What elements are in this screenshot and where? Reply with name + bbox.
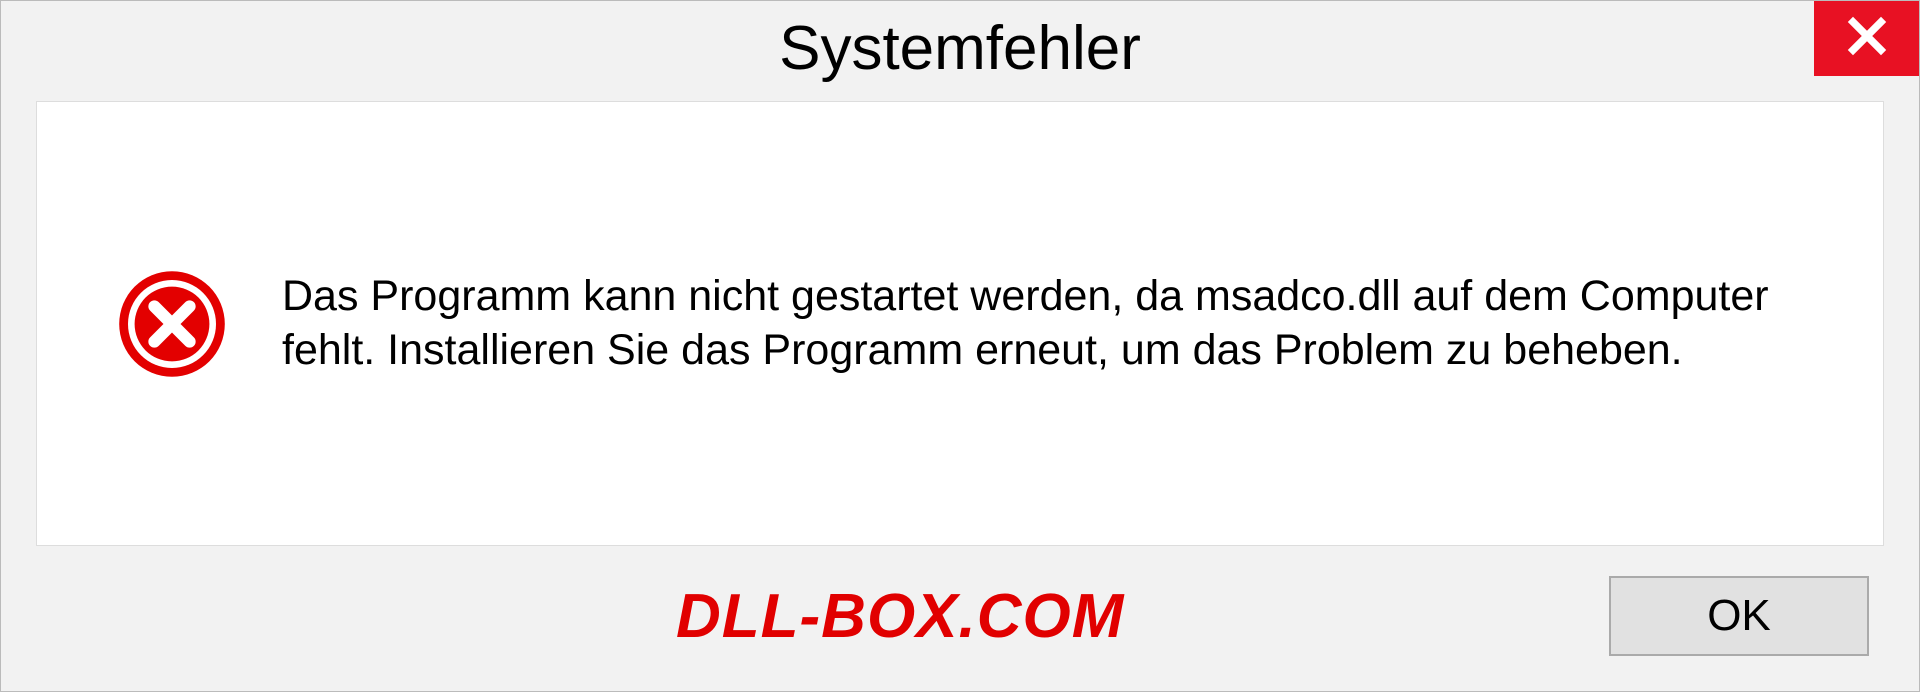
error-dialog: Systemfehler Das Programm kann nicht ges… xyxy=(0,0,1920,692)
close-icon xyxy=(1846,15,1888,62)
ok-button[interactable]: OK xyxy=(1609,576,1869,656)
footer: DLL-BOX.COM OK xyxy=(1,546,1919,691)
titlebar: Systemfehler xyxy=(1,1,1919,96)
watermark-text: DLL-BOX.COM xyxy=(36,581,1124,652)
error-message: Das Programm kann nicht gestartet werden… xyxy=(282,270,1823,378)
content-area: Das Programm kann nicht gestartet werden… xyxy=(36,101,1884,546)
error-icon xyxy=(117,269,227,379)
ok-button-label: OK xyxy=(1707,591,1771,641)
close-button[interactable] xyxy=(1814,1,1919,76)
dialog-title: Systemfehler xyxy=(779,1,1141,96)
